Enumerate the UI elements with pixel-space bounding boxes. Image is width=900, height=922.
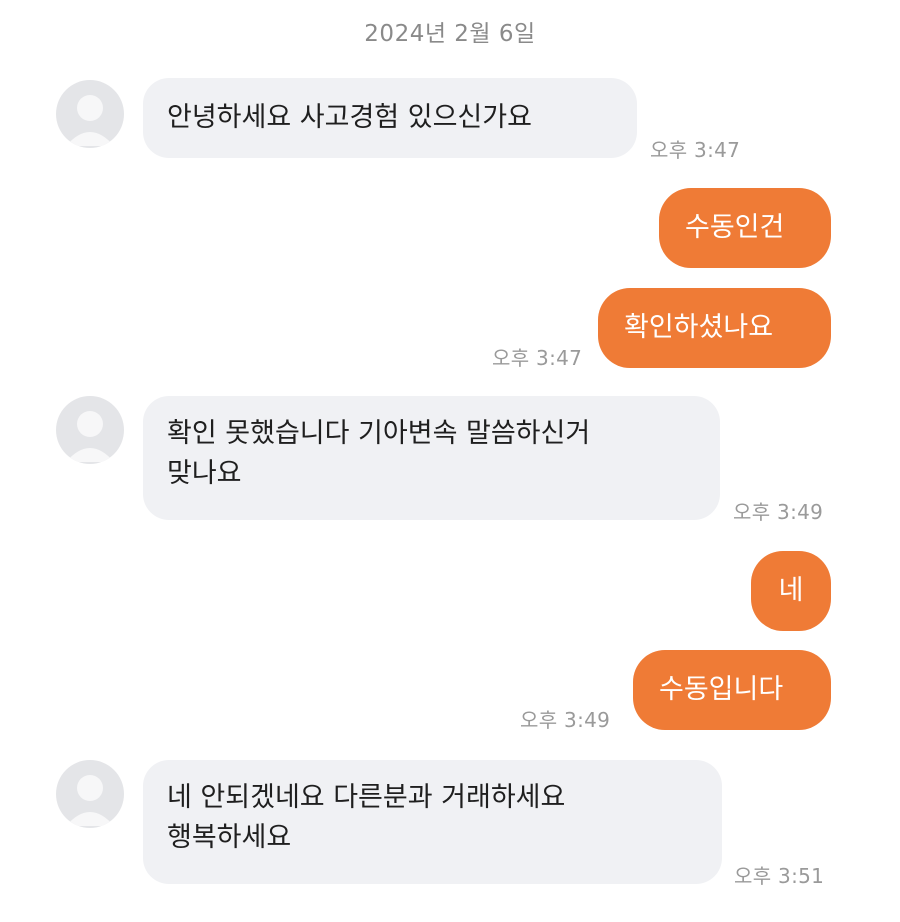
message-timestamp: 오후 3:49 — [733, 500, 824, 524]
incoming-message-bubble: 네 안되겠네요 다른분과 거래하세요 행복하세요 — [143, 760, 722, 884]
incoming-message-bubble: 안녕하세요 사고경험 있으신가요 — [143, 78, 637, 158]
profile-avatar-icon[interactable] — [56, 396, 124, 464]
profile-avatar-icon[interactable] — [56, 80, 124, 148]
chat-date-header: 2024년 2월 6일 — [364, 21, 536, 47]
outgoing-message-bubble: 네 — [751, 551, 831, 631]
message-timestamp: 오후 3:47 — [492, 346, 583, 370]
message-timestamp: 오후 3:51 — [734, 864, 825, 888]
incoming-message-bubble: 확인 못했습니다 기아변속 말씀하신거 맞나요 — [143, 396, 720, 520]
profile-avatar-icon[interactable] — [56, 760, 124, 828]
outgoing-message-bubble: 확인하셨나요 — [598, 288, 831, 368]
outgoing-message-bubble: 수동인건 — [659, 188, 831, 268]
outgoing-message-bubble: 수동입니다 — [633, 650, 831, 730]
message-timestamp: 오후 3:47 — [650, 138, 741, 162]
message-timestamp: 오후 3:49 — [520, 708, 611, 732]
